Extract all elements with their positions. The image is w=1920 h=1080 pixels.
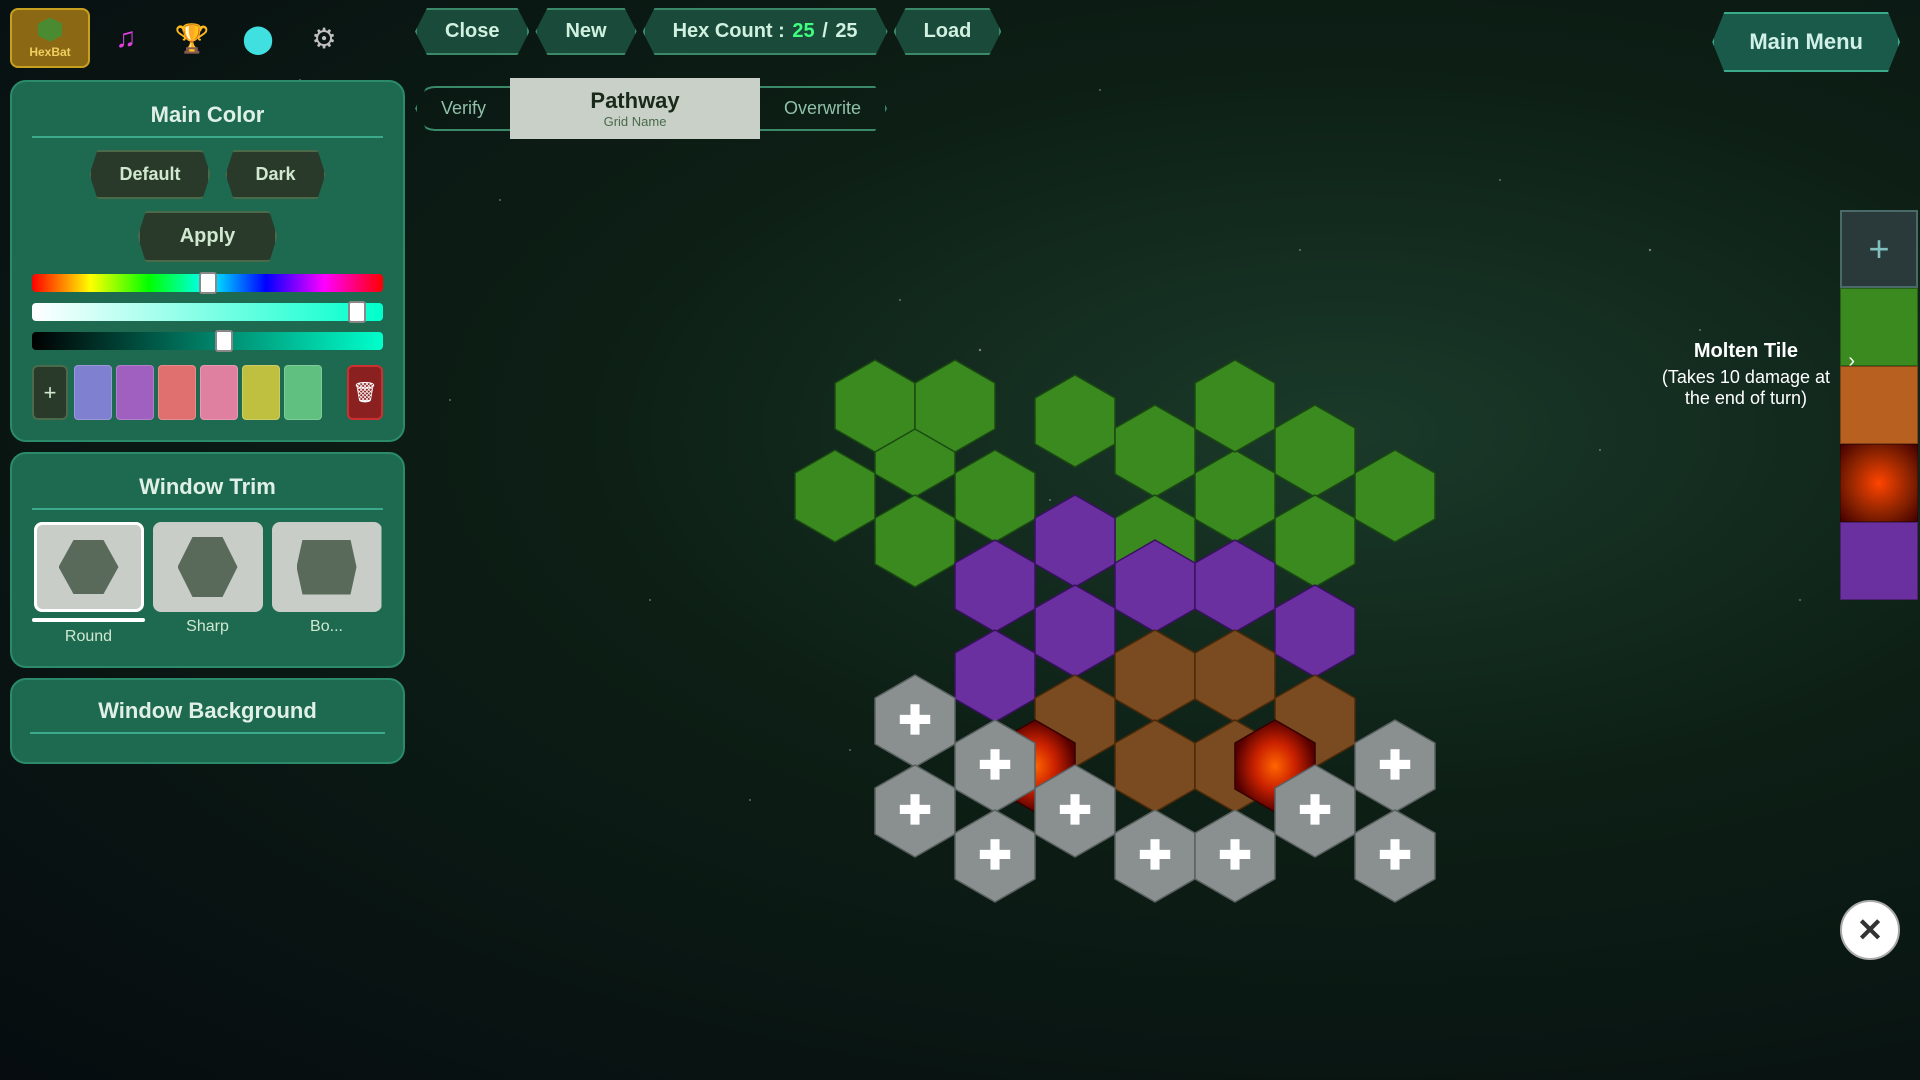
svg-text:✚: ✚ <box>978 744 1012 788</box>
box-hex-icon <box>297 540 357 595</box>
tile-purple[interactable] <box>1840 522 1918 600</box>
swatch-6[interactable] <box>284 365 322 420</box>
close-button[interactable]: Close <box>415 8 529 55</box>
palette-swatches <box>74 365 341 420</box>
hex-count-display: Hex Count : 25 / 25 <box>643 8 888 55</box>
sharp-hex-icon <box>178 537 238 597</box>
palette-delete-button[interactable]: 🗑 <box>347 365 383 420</box>
trim-option-sharp[interactable]: Sharp <box>151 522 264 646</box>
molten-tile-info: Molten Tile (Takes 10 damage atthe end o… <box>1662 340 1830 409</box>
apply-button[interactable]: Apply <box>138 211 278 262</box>
main-color-card: Main Color Default Dark Apply + 🗑 <box>10 80 405 442</box>
trim-options: Round Sharp Bo... <box>32 522 383 646</box>
music-icon[interactable]: ♫ <box>96 8 156 68</box>
svg-text:✚: ✚ <box>978 834 1012 878</box>
saturation-slider[interactable] <box>32 303 383 321</box>
close-x-button[interactable]: ✕ <box>1840 900 1900 960</box>
top-toolbar: Close New Hex Count : 25 / 25 Load <box>415 8 1001 55</box>
left-panel: Main Color Default Dark Apply + 🗑 <box>10 80 405 764</box>
svg-text:✚: ✚ <box>1298 789 1332 833</box>
right-tile-panel: + <box>1840 210 1920 600</box>
gear-icon[interactable]: ⚙ <box>294 8 354 68</box>
swatch-3[interactable] <box>158 365 196 420</box>
hexbat-hex-icon <box>38 18 62 42</box>
svg-text:✚: ✚ <box>1058 789 1092 833</box>
hex-grid-area: ✚ ✚ ✚ ✚ ✚ ✚ ✚ ✚ ✚ ✚ <box>430 160 1820 1080</box>
load-button[interactable]: Load <box>894 8 1002 55</box>
zoom-plus-button[interactable]: + <box>1840 210 1918 288</box>
window-trim-card: Window Trim Round Sharp Bo... <box>10 452 405 668</box>
value-slider-container <box>32 332 383 355</box>
trim-label-round: Round <box>65 628 112 646</box>
svg-text:✚: ✚ <box>1378 834 1412 878</box>
trim-icon-round <box>34 522 144 612</box>
default-button[interactable]: Default <box>89 150 210 199</box>
window-trim-title: Window Trim <box>32 474 383 510</box>
svg-text:✚: ✚ <box>1218 834 1252 878</box>
window-background-card: Window Background <box>10 678 405 764</box>
dark-button[interactable]: Dark <box>225 150 325 199</box>
round-hex-icon <box>59 537 119 597</box>
value-slider[interactable] <box>32 332 383 350</box>
trim-option-box[interactable]: Bo... <box>270 522 383 646</box>
svg-text:✚: ✚ <box>898 789 932 833</box>
grid-name-input[interactable] <box>560 88 710 114</box>
svg-text:✚: ✚ <box>898 699 932 743</box>
palette-add-button[interactable]: + <box>32 365 68 420</box>
swatch-5[interactable] <box>242 365 280 420</box>
tile-molten[interactable] <box>1840 444 1918 522</box>
new-button[interactable]: New <box>535 8 636 55</box>
trim-label-sharp: Sharp <box>186 618 229 636</box>
trim-label-box: Bo... <box>310 618 343 636</box>
swatch-2[interactable] <box>116 365 154 420</box>
window-background-title: Window Background <box>30 698 385 734</box>
trim-option-round[interactable]: Round <box>32 522 145 646</box>
trim-icon-box <box>272 522 382 612</box>
verify-button[interactable]: Verify <box>415 86 510 131</box>
palette-row: + 🗑 <box>32 365 383 420</box>
saturation-slider-container <box>32 303 383 326</box>
molten-info-arrow: › <box>1848 350 1855 373</box>
trim-selected-bar-round <box>32 618 145 622</box>
trophy-icon[interactable]: 🏆 <box>162 8 222 68</box>
trim-icon-sharp <box>153 522 263 612</box>
hue-slider[interactable] <box>32 274 383 292</box>
overwrite-button[interactable]: Overwrite <box>760 86 887 131</box>
grid-name-input-wrap: Grid Name <box>510 78 760 139</box>
orb-icon[interactable]: ⬤ <box>228 8 288 68</box>
svg-text:✚: ✚ <box>1378 744 1412 788</box>
hue-slider-container <box>32 274 383 297</box>
svg-text:✚: ✚ <box>1138 834 1172 878</box>
main-menu-button[interactable]: Main Menu <box>1712 12 1900 72</box>
tile-orange[interactable] <box>1840 366 1918 444</box>
swatch-4[interactable] <box>200 365 238 420</box>
swatch-1[interactable] <box>74 365 112 420</box>
hex-grid-svg: ✚ ✚ ✚ ✚ ✚ ✚ ✚ ✚ ✚ ✚ <box>775 320 1475 920</box>
grid-name-area: Verify Grid Name Overwrite <box>415 78 887 139</box>
hexbat-logo: HexBat <box>10 8 90 68</box>
color-preset-buttons: Default Dark <box>32 150 383 199</box>
main-color-title: Main Color <box>32 102 383 138</box>
